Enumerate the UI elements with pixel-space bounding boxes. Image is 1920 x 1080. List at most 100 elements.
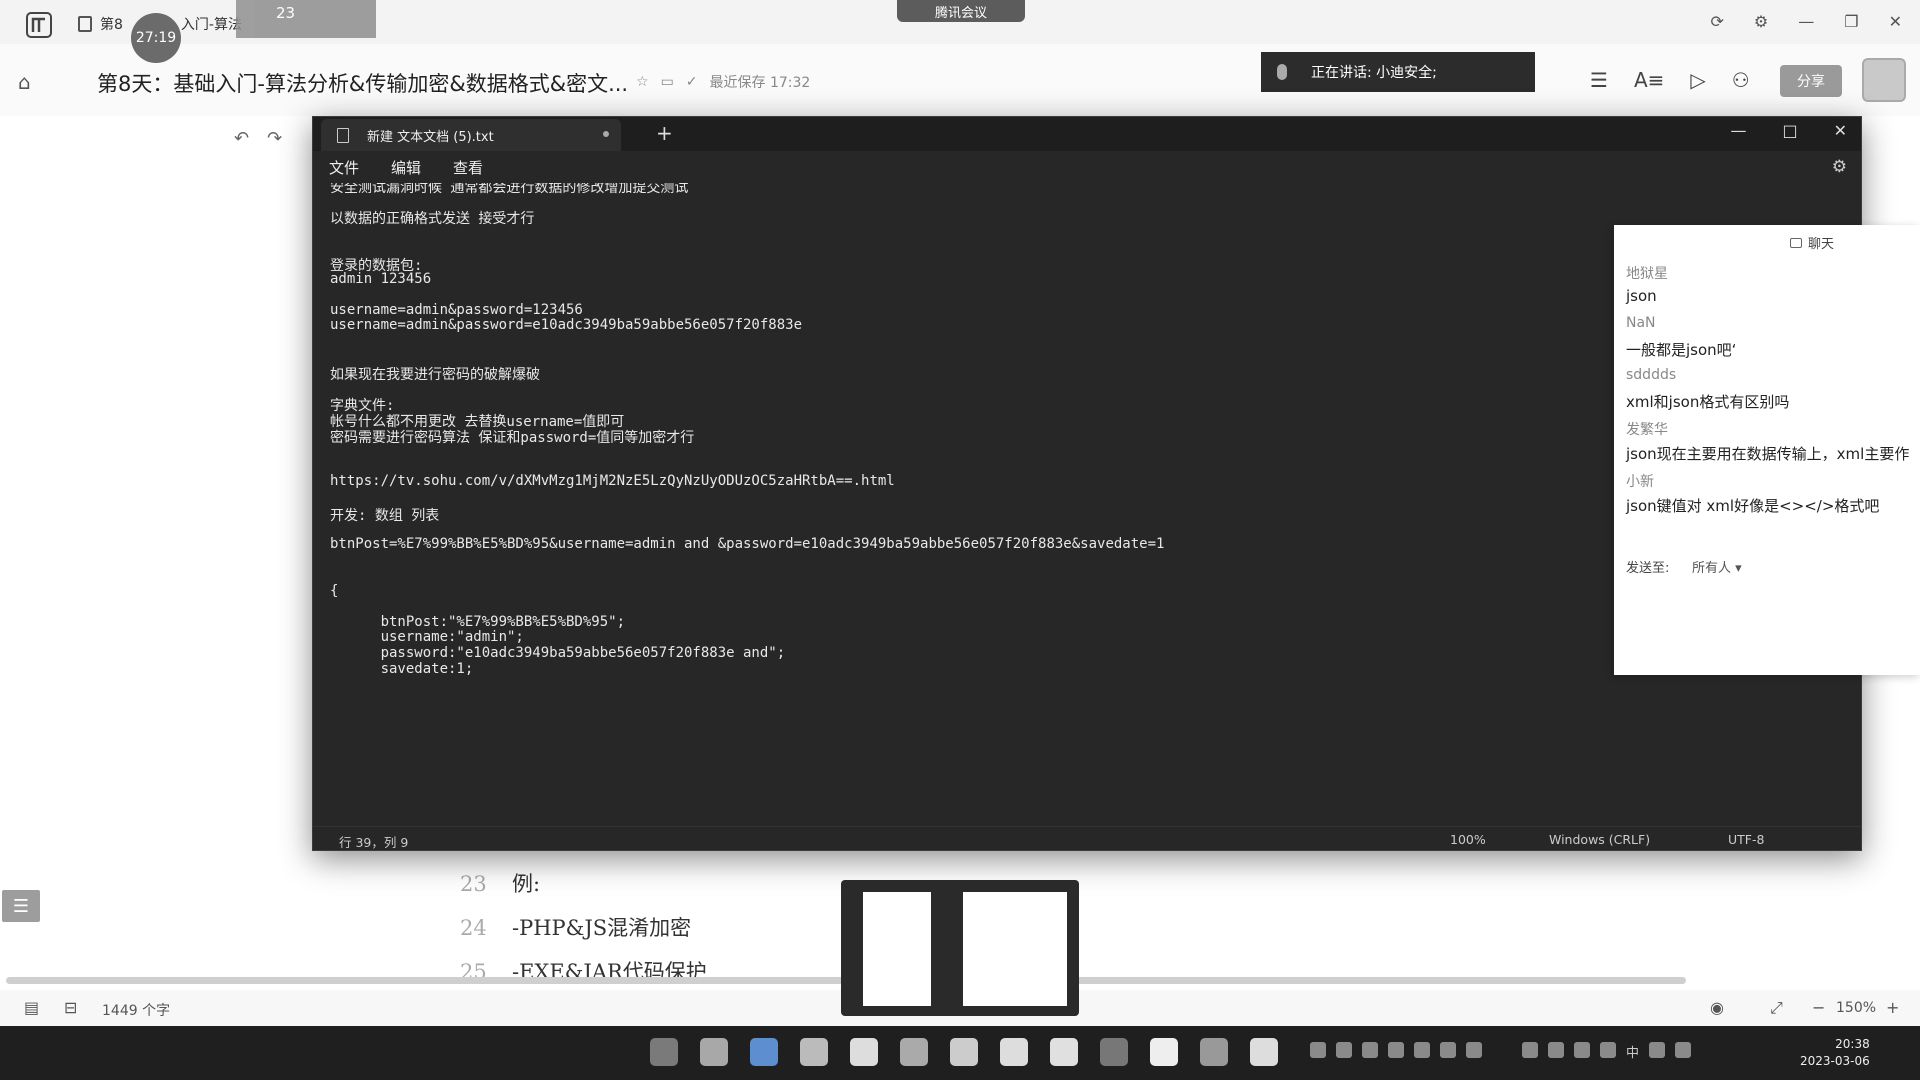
display-icon[interactable] (1548, 1042, 1564, 1058)
notepad-tab[interactable]: 新建 文本文档 (5).txt (321, 119, 621, 151)
redo-icon[interactable]: ↷ (267, 128, 282, 149)
tray-icon[interactable] (1310, 1042, 1326, 1058)
tray-icon[interactable] (1362, 1042, 1378, 1058)
taskbar-app-icon[interactable] (1100, 1038, 1128, 1066)
preview-thumbnail[interactable] (863, 892, 931, 1006)
menu-file[interactable]: 文件 (329, 157, 359, 178)
menu-edit[interactable]: 编辑 (391, 157, 421, 178)
cursor-position: 行 39，列 9 (339, 835, 409, 850)
notification-count: 23 (276, 4, 296, 22)
folder-icon[interactable]: ▭ (661, 74, 674, 90)
taskbar-app-icon[interactable] (1050, 1038, 1078, 1066)
battery-icon[interactable] (1574, 1042, 1590, 1058)
word-count[interactable]: 1449 个字 (102, 1000, 170, 1020)
maximize-icon[interactable]: □ (1782, 121, 1797, 140)
network-icon[interactable] (1522, 1042, 1538, 1058)
menu-icon[interactable]: ☰ (1590, 68, 1608, 92)
close-icon[interactable]: ✕ (1889, 12, 1902, 31)
chat-sender: 地狱星 (1626, 266, 1668, 282)
ime-indicator[interactable]: 中 (1626, 1042, 1639, 1061)
wifi-icon[interactable] (1649, 1042, 1666, 1058)
tray-icon[interactable] (1466, 1042, 1482, 1058)
text-line: username:"admin"; (330, 629, 524, 646)
taskbar: 中 20:38 2023-03-06 (0, 1026, 1920, 1080)
chat-header: 聊天 (1790, 233, 1834, 252)
tray-icon[interactable] (1440, 1042, 1456, 1058)
doc-line: 24 -PHP&JS混淆加密 (460, 916, 692, 940)
taskbar-app-icon[interactable] (950, 1038, 978, 1066)
document-toolbar: ⌂ 第8天：基础入门-算法分析&传输加密&数据格式&密文... ☆ ▭ ✓ 最近… (0, 44, 1920, 116)
font-size-icon[interactable]: A≡ (1634, 68, 1664, 92)
taskbar-preview[interactable] (841, 880, 1079, 1016)
close-icon[interactable]: ✕ (1834, 121, 1847, 140)
preview-thumbnail[interactable] (963, 892, 1067, 1006)
speaking-text: 正在讲话: 小迪安全; (1311, 65, 1437, 81)
text-line: 安全测试漏洞时候 通常都会进行数据的修改增加提交测试 (330, 183, 689, 196)
zoom-level: 150% (1836, 1000, 1877, 1016)
text-line: username=admin&password=e10adc3949ba59ab… (330, 317, 803, 334)
chat-panel: 聊天 地狱星 json NaN 一般都是json吧‘ sdddds xml和json格式有… (1614, 225, 1920, 675)
app-logo-icon (26, 12, 52, 38)
taskbar-app-icon[interactable] (850, 1038, 878, 1066)
settings-icon[interactable]: ⚙ (1754, 12, 1768, 31)
text-line: 如果现在我要进行密码的破解爆破 (330, 367, 540, 384)
text-line: 以数据的正确格式发送 接受才行 (330, 211, 535, 228)
home-icon[interactable]: ⌂ (18, 70, 31, 94)
zoom-out-icon[interactable]: − (1812, 998, 1825, 1017)
text-line: 密码需要进行密码算法 保证和password=值同等加密才行 (330, 429, 695, 446)
tray-icon[interactable] (1414, 1042, 1430, 1058)
taskbar-app-icon[interactable] (1000, 1038, 1028, 1066)
mic-icon[interactable] (1600, 1042, 1616, 1058)
taskbar-app-icon[interactable] (800, 1038, 828, 1066)
star-icon[interactable]: ☆ (636, 74, 649, 90)
tray-icon[interactable] (1388, 1042, 1404, 1058)
collaborate-icon[interactable]: ⚇ (1732, 68, 1750, 92)
taskbar-app-icon[interactable] (1150, 1038, 1178, 1066)
speaking-indicator: 正在讲话: 小迪安全; (1261, 52, 1535, 92)
settings-icon[interactable]: ⚙ (1832, 157, 1847, 177)
encoding: UTF-8 (1728, 832, 1765, 847)
clock-time: 20:38 (1835, 1037, 1870, 1051)
recipient-select[interactable]: 所有人 ▾ (1692, 557, 1742, 576)
notepad-titlebar: 新建 文本文档 (5).txt + — □ ✕ (313, 117, 1861, 151)
zoom-in-icon[interactable]: + (1886, 998, 1899, 1017)
notification-popup[interactable]: 23 (236, 0, 376, 38)
page-layout-icon[interactable]: ⊟ (64, 998, 77, 1017)
text-line: admin 123456 (330, 270, 432, 287)
document-icon (78, 16, 92, 32)
undo-icon[interactable]: ↶ (234, 128, 249, 149)
microphone-icon (1277, 64, 1287, 80)
taskbar-app-icon[interactable] (650, 1038, 678, 1066)
menu-view[interactable]: 查看 (453, 157, 483, 178)
maximize-icon[interactable]: ❐ (1844, 12, 1858, 31)
play-icon[interactable]: ◉ (1710, 998, 1724, 1017)
taskbar-app-icon[interactable] (700, 1038, 728, 1066)
present-icon[interactable]: ▷ (1690, 68, 1705, 92)
meeting-app-pill[interactable]: 腾讯会议 (897, 0, 1025, 22)
volume-icon[interactable] (1675, 1042, 1692, 1058)
outline-icon[interactable]: ▤ (24, 998, 39, 1017)
minimize-icon[interactable]: — (1730, 121, 1746, 140)
tray-icon[interactable] (1336, 1042, 1352, 1058)
new-tab-icon[interactable]: + (656, 121, 673, 145)
taskbar-app-icon[interactable] (1250, 1038, 1278, 1066)
refresh-icon[interactable]: ⟳ (1711, 12, 1724, 31)
share-button[interactable]: 分享 (1780, 65, 1842, 97)
app-topbar: 第8 入门-算法 27:19 23 腾讯会议 ⟳ ⚙ — ❐ ✕ (0, 0, 1920, 63)
text-line: btnPost=%E7%99%BB%E5%BD%95&username=admi… (330, 535, 1165, 552)
outline-toggle-icon[interactable]: ☰ (2, 890, 40, 922)
text-line: username=admin&password=123456 (330, 301, 583, 318)
taskbar-app-icon[interactable] (900, 1038, 928, 1066)
doc-tab-label: 第8 (100, 17, 123, 33)
taskbar-app-icon[interactable] (1200, 1038, 1228, 1066)
taskbar-app-icon[interactable] (750, 1038, 778, 1066)
avatar[interactable] (1862, 58, 1906, 102)
fullscreen-icon[interactable]: ⤢ (1770, 998, 1783, 1018)
chat-icon (1790, 237, 1802, 248)
clock[interactable]: 20:38 2023-03-06 (1800, 1036, 1870, 1070)
chat-sender: 发繁华 (1626, 422, 1668, 438)
minimize-icon[interactable]: — (1798, 12, 1814, 31)
meeting-label: 腾讯会议 (934, 5, 987, 21)
chat-sender: sdddds (1626, 367, 1677, 383)
doc-tools: ☰ A≡ ▷ ⚇ (1590, 68, 1750, 92)
